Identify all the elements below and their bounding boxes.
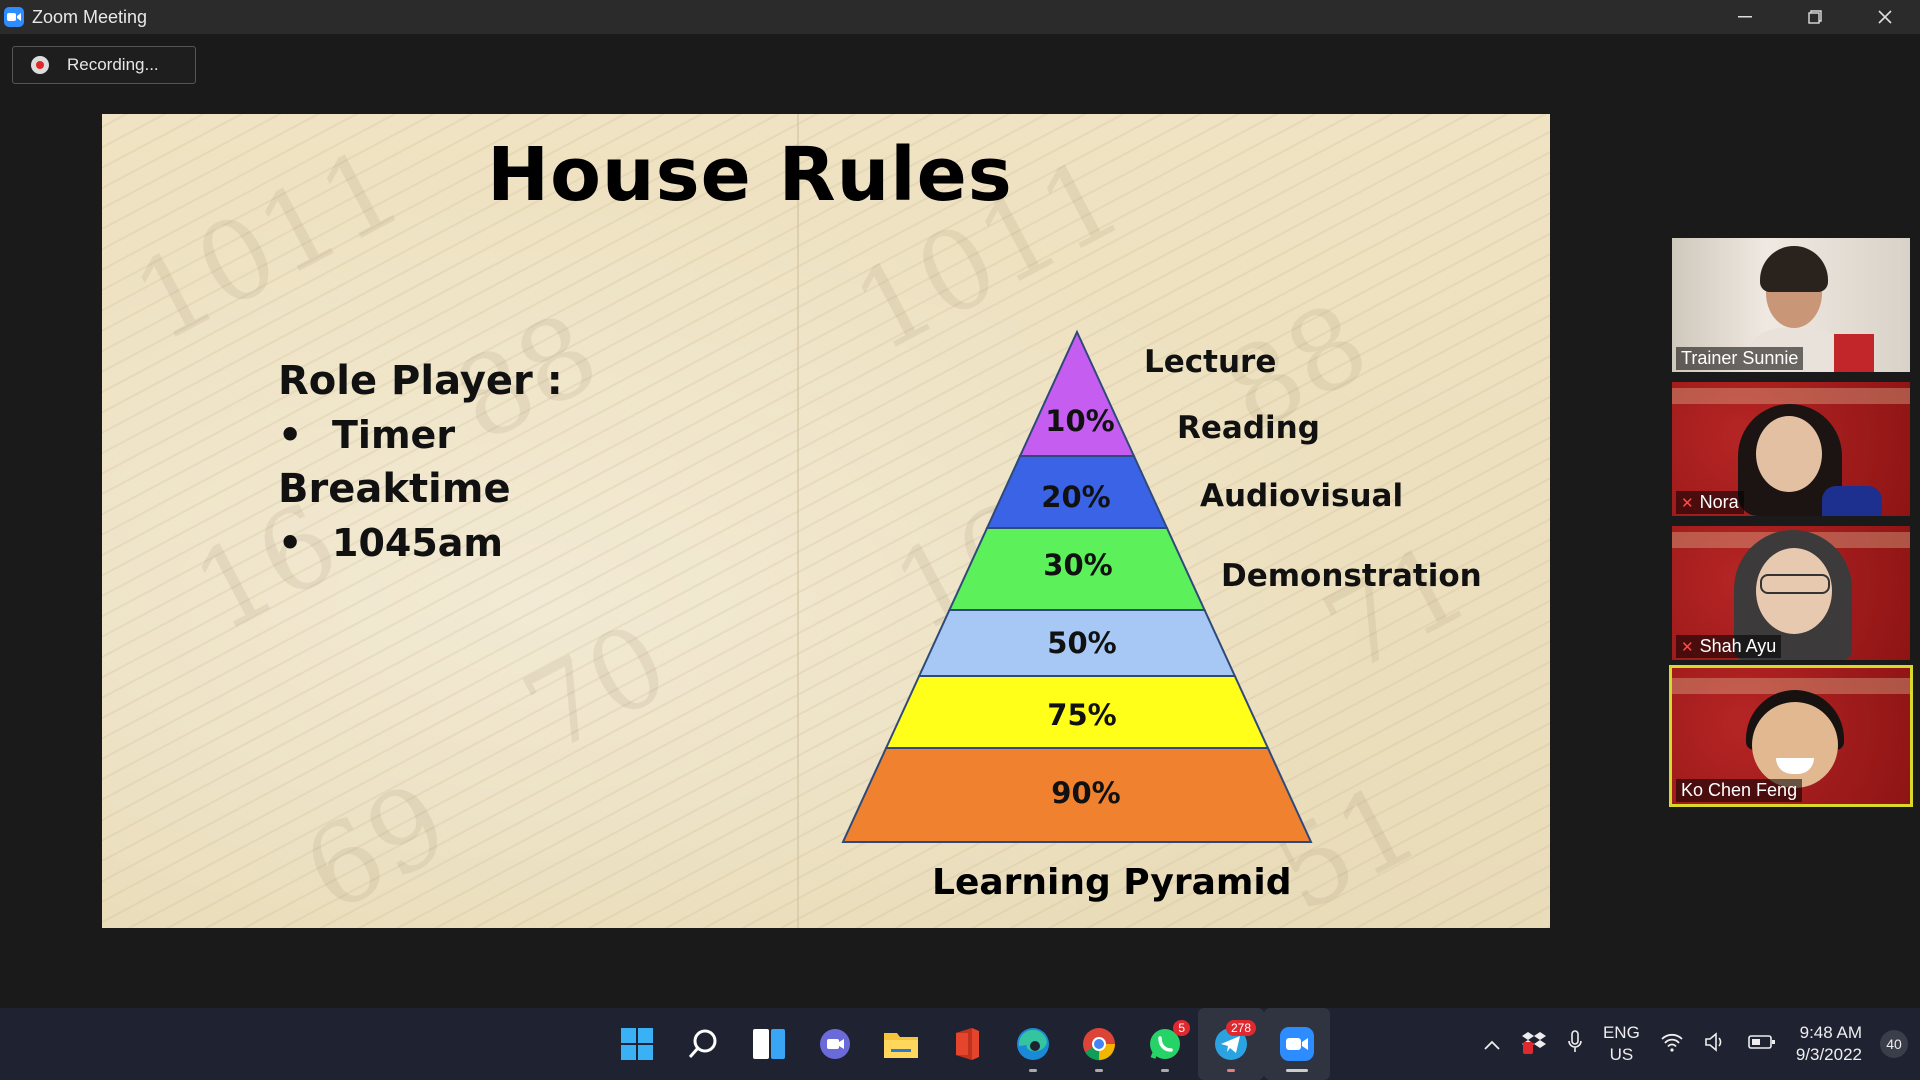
- pyramid-level-10: 10%: [1045, 404, 1115, 438]
- battery-status[interactable]: [1738, 1034, 1786, 1055]
- learning-pyramid: [841, 329, 1313, 843]
- participant-video-background: [1834, 334, 1874, 372]
- participant-video: [1752, 702, 1838, 788]
- participant-video-banner: [1672, 388, 1910, 404]
- participant-video: [1756, 416, 1822, 492]
- recording-label: Recording...: [67, 55, 159, 74]
- minimize-button[interactable]: [1710, 0, 1780, 34]
- pyramid-label-lecture: Lecture: [1144, 344, 1277, 380]
- close-button[interactable]: [1850, 0, 1920, 34]
- recording-indicator[interactable]: Recording...: [12, 46, 196, 84]
- region-code: US: [1609, 1045, 1634, 1064]
- widgets-icon: [753, 1029, 785, 1059]
- chrome-icon: [1083, 1028, 1115, 1061]
- microphone-tray-button[interactable]: [1557, 1029, 1593, 1059]
- folder-icon: [884, 1033, 918, 1058]
- unread-badge: 278: [1225, 1020, 1256, 1036]
- participant-video-hair: [1760, 246, 1828, 292]
- running-indicator: [1095, 1069, 1103, 1072]
- chrome-browser-button[interactable]: [1066, 1008, 1132, 1080]
- window-titlebar: Zoom Meeting: [0, 0, 1920, 34]
- whatsapp-button[interactable]: 5: [1132, 1008, 1198, 1080]
- clock[interactable]: 9:48 AM 9/3/2022: [1786, 1022, 1872, 1066]
- search-button[interactable]: [670, 1008, 736, 1080]
- volume-control[interactable]: [1694, 1031, 1738, 1057]
- pyramid-level-30: 30%: [1043, 548, 1113, 582]
- file-explorer-button[interactable]: [868, 1008, 934, 1080]
- pyramid-label-audiovisual: Audiovisual: [1200, 478, 1404, 514]
- language-code: ENG: [1602, 1023, 1640, 1042]
- participant-name: ✕ Shah Ayu: [1676, 635, 1782, 658]
- muted-mic-icon: ✕: [1681, 494, 1694, 512]
- participant-name: Trainer Sunnie: [1676, 347, 1804, 370]
- pyramid-label-reading: Reading: [1177, 410, 1320, 446]
- teams-chat-button[interactable]: [802, 1008, 868, 1080]
- notification-center-button[interactable]: 40: [1880, 1030, 1908, 1058]
- window-title: Zoom Meeting: [32, 6, 148, 27]
- system-tray: ENG US 9:48 AM 9/3/2022 40: [1473, 1008, 1920, 1080]
- wifi-icon: [1661, 1033, 1683, 1052]
- record-icon: [31, 56, 49, 74]
- dropbox-icon: [1521, 1031, 1546, 1054]
- widgets-button[interactable]: [736, 1008, 802, 1080]
- muted-mic-icon: ✕: [1681, 638, 1694, 656]
- running-indicator: [1286, 1069, 1308, 1072]
- language-indicator[interactable]: ENG US: [1593, 1022, 1650, 1066]
- participant-name: ✕ Nora: [1676, 491, 1744, 514]
- participant-tile[interactable]: ✕ Nora: [1672, 382, 1910, 516]
- chevron-up-icon: [1484, 1040, 1500, 1050]
- battery-icon: [1748, 1034, 1775, 1049]
- participant-name: Ko Chen Feng: [1676, 779, 1803, 802]
- chat-icon: [820, 1029, 850, 1059]
- participant-tile-active-speaker[interactable]: Ko Chen Feng: [1669, 665, 1913, 807]
- participant-tile[interactable]: Trainer Sunnie: [1672, 238, 1910, 372]
- clock-date: 9/3/2022: [1795, 1045, 1862, 1064]
- running-indicator: [1161, 1069, 1169, 1072]
- clock-time: 9:48 AM: [1799, 1023, 1862, 1042]
- start-button[interactable]: [604, 1008, 670, 1080]
- shared-screen-slide: 1011 88 16 70 69 1011 88 16 71 51 House …: [102, 114, 1550, 928]
- pyramid-caption: Learning Pyramid: [932, 862, 1292, 903]
- office-icon: [956, 1028, 979, 1060]
- participant-tile[interactable]: ✕ Shah Ayu: [1672, 526, 1910, 660]
- running-indicator: [1227, 1069, 1235, 1072]
- notification-count: 40: [1886, 1036, 1902, 1052]
- edge-browser-button[interactable]: [1000, 1008, 1066, 1080]
- microphone-icon: [1568, 1029, 1582, 1052]
- pyramid-level-50: 50%: [1047, 626, 1117, 660]
- participant-video-body: [1822, 486, 1882, 516]
- office-button[interactable]: [934, 1008, 1000, 1080]
- show-hidden-icons-button[interactable]: [1473, 1034, 1511, 1055]
- restore-button[interactable]: [1780, 0, 1850, 34]
- windows-icon: [621, 1028, 653, 1060]
- zoom-app-icon: [4, 7, 24, 27]
- pyramid-level-20: 20%: [1041, 480, 1111, 514]
- running-indicator: [1029, 1069, 1037, 1072]
- dropbox-tray-button[interactable]: [1511, 1030, 1557, 1059]
- search-icon: [688, 1029, 717, 1058]
- unread-badge: 5: [1173, 1020, 1190, 1036]
- zoom-icon: [1280, 1027, 1314, 1061]
- pyramid-level-90: 90%: [1051, 776, 1121, 810]
- pyramid-label-demonstration: Demonstration: [1221, 558, 1482, 594]
- pyramid-level-75: 75%: [1047, 698, 1117, 732]
- edge-icon: [1017, 1028, 1049, 1060]
- windows-taskbar: 5 278 ENG US 9:48 AM 9/3/2022 40: [0, 1008, 1920, 1080]
- speaker-icon: [1705, 1031, 1722, 1052]
- telegram-button[interactable]: 278: [1198, 1008, 1264, 1080]
- glasses-icon: [1760, 574, 1830, 594]
- zoom-taskbar-button[interactable]: [1264, 1008, 1330, 1080]
- network-status[interactable]: [1650, 1032, 1694, 1057]
